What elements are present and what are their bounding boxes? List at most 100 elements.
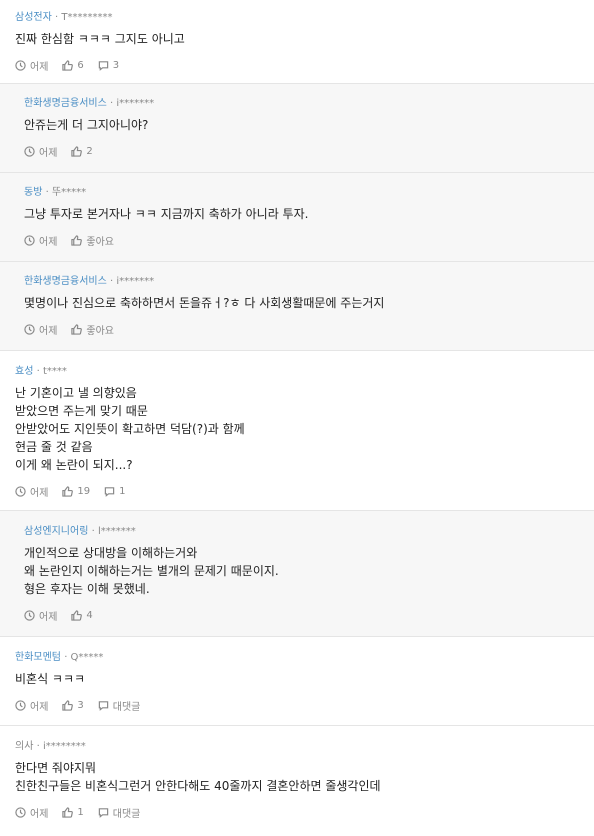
comment-actions: 어제 4: [24, 608, 579, 623]
comment-line: 안쥬는게 더 그지아니야?: [24, 118, 149, 132]
speech-bubble-icon: [104, 486, 115, 497]
reply-button[interactable]: 대댓글: [98, 698, 140, 713]
author-id: Q*****: [70, 652, 104, 663]
thumbs-up-icon: [71, 145, 83, 157]
comment-meta: 삼성엔지니어링 · l*******: [24, 526, 136, 537]
comment-line: 받았으면 주는게 맞기 때문: [15, 404, 148, 418]
author-company[interactable]: 삼성엔지니어링: [24, 526, 88, 537]
clock-icon: [15, 806, 26, 818]
clock-icon: [24, 609, 35, 621]
clock-icon: [24, 323, 35, 335]
clock-icon: [24, 145, 35, 157]
clock-icon: [15, 485, 26, 497]
comment-item: 효성 · t**** 난 기혼이고 낼 의향있음 받았으면 주는게 맞기 때문 …: [0, 351, 594, 511]
time: 어제: [15, 58, 48, 73]
author-id: l*******: [97, 526, 136, 537]
comment-body: 몇명이나 진심으로 축하하면서 돈을쥬ㅓ?ㅎ 다 사회생활때문에 주는거지: [24, 294, 579, 312]
clock-icon: [24, 234, 35, 246]
clock-icon: [15, 59, 26, 71]
comment-line: 이게 왜 논란이 되지...?: [15, 458, 133, 472]
author-id: T*********: [61, 12, 113, 23]
comment-body: 안쥬는게 더 그지아니야?: [24, 116, 579, 134]
speech-bubble-icon: [98, 807, 109, 818]
comment-actions: 어제 6 3: [15, 58, 579, 73]
comment-actions: 어제 1 대댓글: [15, 805, 579, 820]
comment-line: 몇명이나 진심으로 축하하면서 돈을쥬ㅓ?ㅎ 다 사회생활때문에 주는거지: [24, 296, 385, 310]
reply-item: 한화생명금융서비스 · i******* 몇명이나 진심으로 축하하면서 돈을쥬…: [0, 262, 594, 351]
like-button[interactable]: 1: [62, 806, 84, 818]
thumbs-up-icon: [71, 609, 83, 621]
like-button[interactable]: 2: [71, 145, 93, 157]
comment-line: 형은 후자는 이해 못했네.: [24, 582, 150, 596]
thumbs-up-icon: [62, 806, 74, 818]
thumbs-up-icon: [62, 485, 74, 497]
time: 어제: [15, 698, 48, 713]
comment-line: 그냥 투자로 본거자나 ㅋㅋ 지금까지 축하가 아니라 투자.: [24, 207, 309, 221]
comment-item: 삼성전자 · T********* 진짜 한심함 ㅋㅋㅋ 그지도 아니고 어제 …: [0, 0, 594, 84]
time: 어제: [15, 805, 48, 820]
comment-meta: 삼성전자 · T*********: [15, 12, 113, 23]
comment-line: 난 기혼이고 낼 의향있음: [15, 386, 137, 400]
comment-meta: 한화생명금융서비스 · i*******: [24, 276, 155, 287]
like-button[interactable]: 4: [71, 609, 93, 621]
time: 어제: [24, 608, 57, 623]
comment-line: 진짜 한심함 ㅋㅋㅋ 그지도 아니고: [15, 32, 185, 46]
author-id: i********: [42, 741, 86, 752]
comment-actions: 어제 3 대댓글: [15, 698, 579, 713]
author-id: t****: [42, 366, 67, 377]
comment-body: 그냥 투자로 본거자나 ㅋㅋ 지금까지 축하가 아니라 투자.: [24, 205, 579, 223]
comment-meta: 효성 · t****: [15, 366, 67, 377]
time: 어제: [24, 322, 57, 337]
reply-button[interactable]: 1: [104, 486, 126, 497]
comment-meta: 한화모멘텀 · Q*****: [15, 652, 104, 663]
reply-button[interactable]: 3: [98, 60, 119, 71]
comment-body: 진짜 한심함 ㅋㅋㅋ 그지도 아니고: [15, 30, 579, 48]
reply-button[interactable]: 대댓글: [98, 805, 140, 820]
comment-actions: 어제 2: [24, 144, 579, 159]
reply-item: 삼성엔지니어링 · l******* 개인적으로 상대방을 이해하는거와 왜 논…: [0, 511, 594, 637]
author-company[interactable]: 효성: [15, 366, 33, 377]
comment-body: 난 기혼이고 낼 의향있음 받았으면 주는게 맞기 때문 안받았어도 지인뜻이 …: [15, 384, 579, 474]
comment-item: 의사 · i******** 한다면 줘야지뭐 친한친구들은 비혼식그런거 안한…: [0, 726, 594, 836]
comment-meta: 동방 · 뚜*****: [24, 187, 87, 198]
like-button[interactable]: 6: [62, 59, 84, 71]
comment-line: 비혼식 ㅋㅋㅋ: [15, 672, 86, 686]
comment-line: 왜 논란인지 이해하는거는 별개의 문제기 때문이지.: [24, 564, 279, 578]
clock-icon: [15, 699, 26, 711]
comment-meta: 한화생명금융서비스 · i*******: [24, 98, 155, 109]
comment-item: 한화모멘텀 · Q***** 비혼식 ㅋㅋㅋ 어제 3 대댓글: [0, 637, 594, 726]
reply-item: 동방 · 뚜***** 그냥 투자로 본거자나 ㅋㅋ 지금까지 축하가 아니라 …: [0, 173, 594, 262]
thumbs-up-icon: [71, 234, 83, 246]
comment-meta: 의사 · i********: [15, 741, 86, 752]
comment-line: 개인적으로 상대방을 이해하는거와: [24, 546, 198, 560]
comment-body: 비혼식 ㅋㅋㅋ: [15, 670, 579, 688]
author-company[interactable]: 의사: [15, 741, 33, 752]
thumbs-up-icon: [62, 59, 74, 71]
comment-line: 한다면 줘야지뭐: [15, 761, 97, 775]
author-company[interactable]: 한화생명금융서비스: [24, 98, 107, 109]
like-button[interactable]: 좋아요: [71, 233, 114, 248]
comment-body: 개인적으로 상대방을 이해하는거와 왜 논란인지 이해하는거는 별개의 문제기 …: [24, 544, 579, 598]
time: 어제: [24, 233, 57, 248]
like-button[interactable]: 좋아요: [71, 322, 114, 337]
comment-line: 현금 줄 것 같음: [15, 440, 93, 454]
comment-actions: 어제 좋아요: [24, 322, 579, 337]
author-id: i*******: [116, 98, 155, 109]
reply-item: 한화생명금융서비스 · i******* 안쥬는게 더 그지아니야? 어제 2: [0, 84, 594, 173]
author-company[interactable]: 동방: [24, 187, 42, 198]
like-button[interactable]: 19: [62, 486, 90, 497]
comment-actions: 어제 좋아요: [24, 233, 579, 248]
like-button[interactable]: 3: [62, 700, 84, 711]
time: 어제: [15, 484, 48, 499]
speech-bubble-icon: [98, 700, 109, 711]
author-id: i*******: [116, 276, 155, 287]
comment-body: 한다면 줘야지뭐 친한친구들은 비혼식그런거 안한다해도 40줄까지 결혼안하면…: [15, 759, 579, 795]
time: 어제: [24, 144, 57, 159]
author-company[interactable]: 한화생명금융서비스: [24, 276, 107, 287]
comment-list: 삼성전자 · T********* 진짜 한심함 ㅋㅋㅋ 그지도 아니고 어제 …: [0, 0, 594, 836]
author-id: 뚜*****: [51, 187, 87, 198]
author-company[interactable]: 한화모멘텀: [15, 652, 61, 663]
speech-bubble-icon: [98, 60, 109, 71]
author-company[interactable]: 삼성전자: [15, 12, 52, 23]
comment-actions: 어제 19 1: [15, 484, 579, 499]
